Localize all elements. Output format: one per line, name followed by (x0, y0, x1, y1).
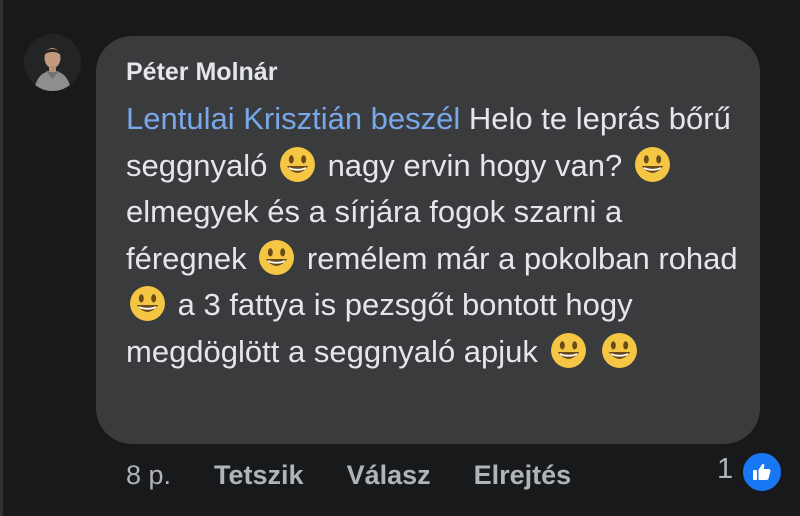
comment-author[interactable]: Péter Molnár (126, 58, 277, 87)
smiling-face-emoji-icon (259, 239, 295, 275)
smiling-face-emoji-icon (130, 286, 165, 321)
avatar[interactable] (24, 34, 81, 91)
hide-button[interactable]: Elrejtés (474, 460, 572, 491)
like-button[interactable]: Tetszik (214, 460, 304, 491)
comment-segment (590, 334, 599, 369)
comment-text: Lentulai Krisztián beszél Helo te leprás… (126, 96, 746, 375)
reply-button[interactable]: Válasz (347, 460, 431, 491)
smiling-face-emoji-icon (279, 146, 315, 182)
smiling-face-emoji-icon (550, 332, 586, 368)
smiling-face-emoji-icon (602, 332, 638, 368)
comment-timestamp[interactable]: 8 p. (126, 460, 171, 491)
comment-segment: remélem már a pokolban rohad (298, 240, 738, 276)
smiling-face-emoji-icon (634, 146, 670, 182)
reaction-count[interactable]: 1 (717, 453, 733, 486)
thumbs-up-icon[interactable] (741, 451, 783, 493)
mention-link[interactable]: Lentulai Krisztián beszél (126, 101, 460, 136)
comment-actions: 8 p. Tetszik Válasz Elrejtés (126, 455, 614, 495)
thread-line (0, 0, 3, 516)
avatar-photo (24, 34, 81, 91)
thumbs-up-glyph (753, 463, 771, 480)
comment-segment: nagy ervin hogy van? (318, 147, 631, 183)
